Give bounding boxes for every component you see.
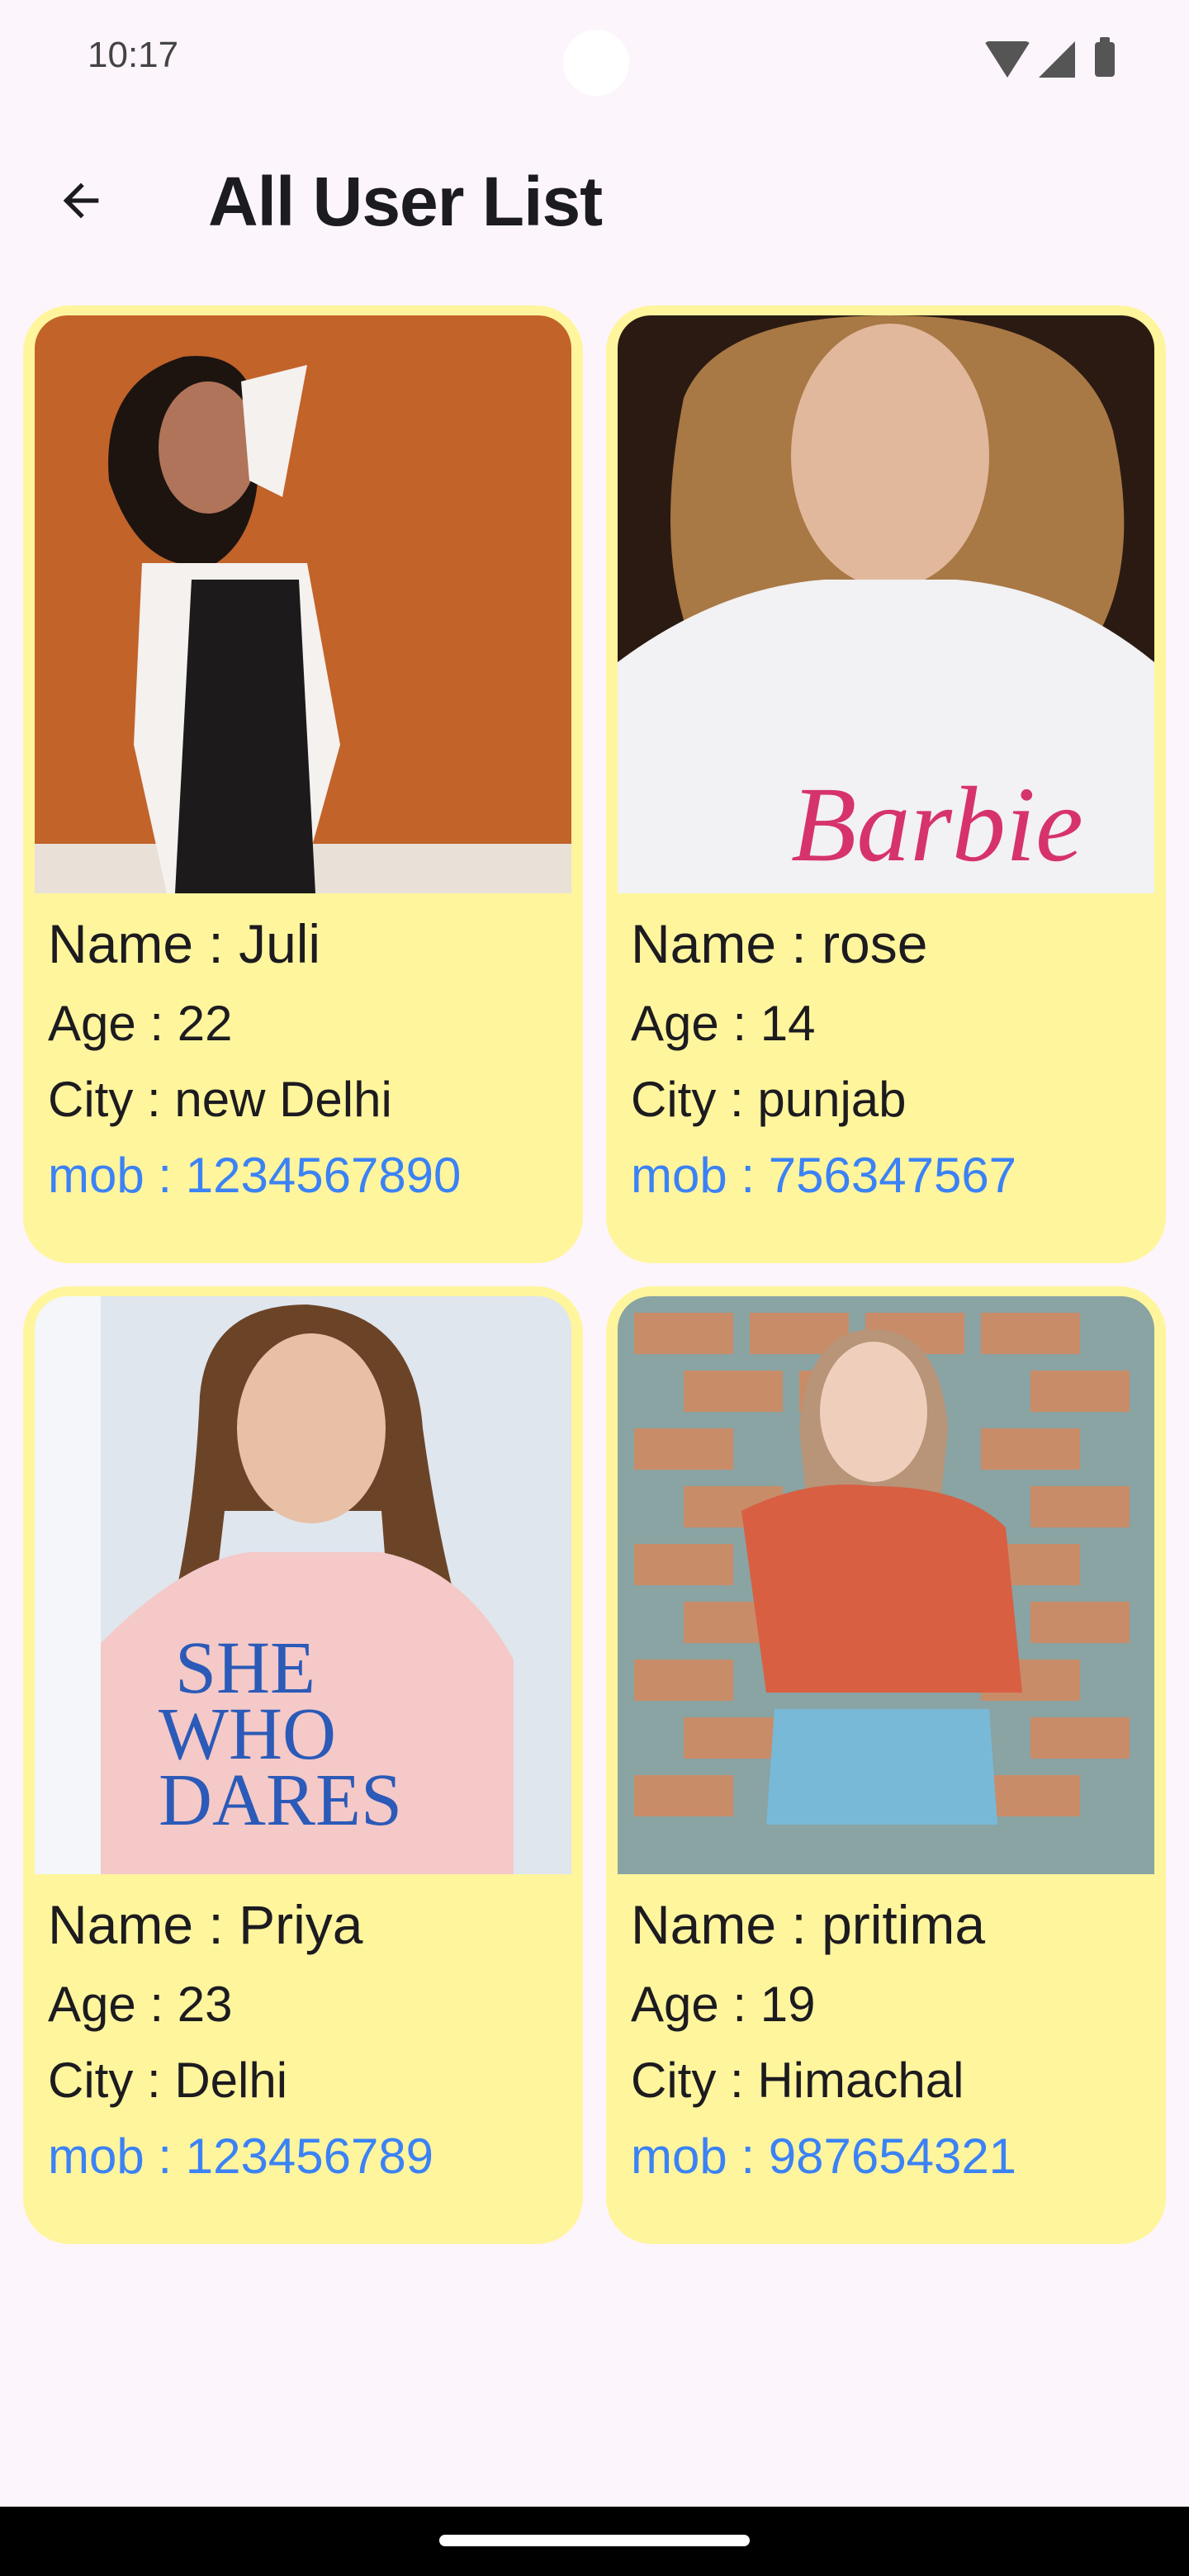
status-icons [984, 37, 1115, 79]
user-city: City : Himachal [631, 2053, 964, 2108]
wifi-icon [984, 41, 1030, 78]
user-name: Name : Juli [48, 913, 321, 974]
user-city: City : punjab [631, 1072, 907, 1127]
user-name: Name : pritima [631, 1894, 986, 1955]
user-photo [35, 315, 571, 893]
user-card[interactable]: Name : Juli Age : 22 City : new Delhi mo… [23, 305, 583, 1263]
status-time: 10:17 [88, 35, 179, 75]
user-mobile[interactable]: mob : 987654321 [631, 2132, 1149, 2181]
svg-text:DARES: DARES [159, 1759, 402, 1841]
user-name: Name : rose [631, 913, 928, 974]
user-age: Age : 23 [48, 1977, 233, 2032]
app-bar: All User List [0, 132, 1189, 264]
user-info: Name : pritima Age : 19 City : Himachal … [631, 1897, 1149, 2181]
battery-icon [1095, 37, 1115, 77]
user-photo: SHE WHO DARES [35, 1296, 571, 1874]
system-nav-bar [0, 2507, 1189, 2576]
user-city: City : new Delhi [48, 1072, 392, 1127]
user-age: Age : 14 [631, 996, 816, 1051]
user-info: Name : Priya Age : 23 City : Delhi mob :… [48, 1897, 566, 2181]
camera-cutout [563, 30, 629, 96]
user-mobile[interactable]: mob : 123456789 [48, 2132, 566, 2181]
user-info: Name : rose Age : 14 City : punjab mob :… [631, 916, 1149, 1200]
user-city: City : Delhi [48, 2053, 288, 2108]
user-age: Age : 22 [48, 996, 233, 1051]
user-age: Age : 19 [631, 1977, 816, 2032]
user-photo: Barbie [618, 315, 1154, 893]
page-title: All User List [208, 163, 603, 240]
user-mobile[interactable]: mob : 756347567 [631, 1151, 1149, 1200]
signal-icon [1039, 41, 1075, 78]
user-photo [618, 1296, 1154, 1874]
status-bar: 10:17 [0, 0, 1189, 116]
back-button[interactable] [41, 165, 121, 236]
arrow-left-icon [63, 182, 99, 219]
svg-text:Barbie: Barbie [791, 765, 1083, 884]
user-info: Name : Juli Age : 22 City : new Delhi mo… [48, 916, 566, 1200]
user-mobile[interactable]: mob : 1234567890 [48, 1151, 566, 1200]
home-indicator[interactable] [439, 2535, 750, 2546]
user-card[interactable]: Barbie Name : rose Age : 14 City : punja… [606, 305, 1166, 1263]
user-card[interactable]: SHE WHO DARES Name : Priya Age : 23 City… [23, 1286, 583, 2244]
user-card[interactable]: Name : pritima Age : 19 City : Himachal … [606, 1286, 1166, 2244]
user-grid: Name : Juli Age : 22 City : new Delhi mo… [23, 305, 1166, 2244]
user-name: Name : Priya [48, 1894, 363, 1955]
